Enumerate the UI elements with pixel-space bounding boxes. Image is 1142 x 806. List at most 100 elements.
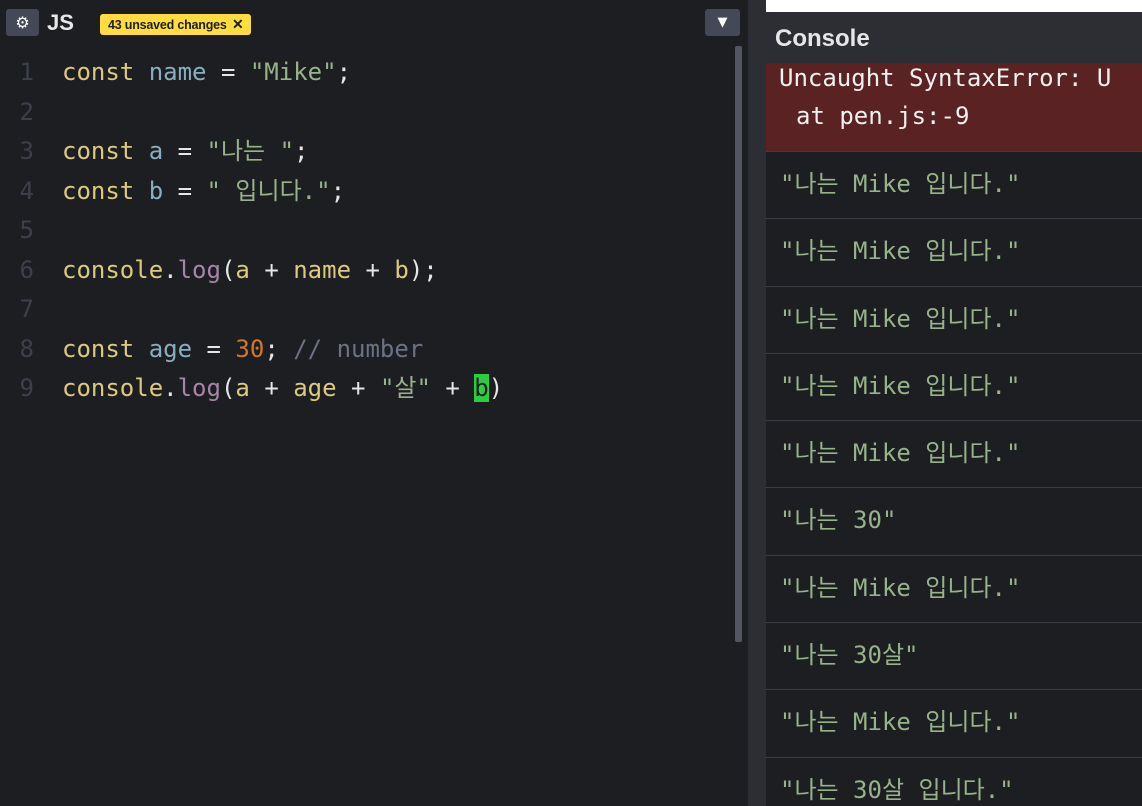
code-line[interactable]: 7 [0, 290, 730, 330]
code-line[interactable]: 6 console.log(a + name + b); [0, 251, 730, 291]
code-token: = [163, 137, 207, 165]
line-number: 6 [19, 255, 34, 284]
console-log-text: "나는 Mike 입니다." [780, 304, 1021, 333]
console-log-text: "나는 30살 입니다." [780, 775, 1014, 804]
code-token: log [177, 374, 221, 402]
line-number: 8 [19, 334, 34, 363]
console-log-text: "나는 Mike 입니다." [780, 573, 1021, 602]
code-token: " 입니다." [206, 176, 331, 205]
console-log-entry: "나는 Mike 입니다." [766, 689, 1142, 756]
code-token: a [148, 137, 164, 165]
code-line[interactable]: 5 [0, 211, 730, 251]
code-line[interactable]: 1 const name = "Mike"; [0, 53, 730, 93]
console-log-entry: "나는 Mike 입니다." [766, 554, 1142, 622]
code-area[interactable]: 1 const name = "Mike"; 2 3 const a = "나는 "; 4… [0, 53, 730, 409]
code-token: = [206, 58, 250, 86]
code-text: const b = " 입니다."; [62, 172, 345, 212]
line-number: 5 [19, 216, 34, 244]
code-token: console [62, 255, 164, 284]
code-token: + [249, 255, 294, 284]
text-cursor: b [474, 374, 489, 402]
line-number: 2 [19, 97, 34, 126]
code-token: 30 [235, 334, 265, 363]
line-number: 4 [19, 176, 34, 205]
code-token: ; [336, 58, 352, 86]
console-panel: Console Uncaught SyntaxError: U at pen.j… [766, 0, 1142, 806]
code-token: . [163, 374, 178, 402]
console-log-list: "나는 Mike 입니다." "나는 Mike 입니다." "나는 Mike 입니다… [766, 151, 1142, 806]
code-token: ; [330, 176, 346, 205]
panel-resize-divider[interactable] [748, 0, 766, 806]
code-token: ) [488, 374, 504, 402]
code-token: a [235, 374, 250, 402]
code-text: console.log(a + age + "살" + b) [62, 369, 503, 409]
code-token: log [177, 255, 221, 284]
console-log-entry: "나는 Mike 입니다." [766, 352, 1142, 420]
line-number: 1 [19, 58, 34, 86]
line-number: 9 [19, 374, 34, 402]
console-log-entry: "나는 Mike 입니다." [766, 420, 1142, 487]
code-token: + [249, 374, 294, 402]
code-token: ); [408, 255, 438, 284]
console-log-text: "나는 30" [780, 506, 897, 535]
console-log-entry: "나는 30살 입니다." [766, 756, 1142, 806]
editor-language-label: JS [47, 10, 74, 35]
console-log-entry: "나는 Mike 입니다." [766, 151, 1142, 218]
code-token: + [351, 255, 395, 284]
unsaved-changes-badge[interactable]: 43 unsaved changes ✕ [100, 14, 251, 35]
line-number: 3 [19, 137, 34, 165]
console-log-text: "나는 Mike 입니다." [780, 237, 1021, 266]
code-token: console [62, 374, 164, 402]
code-token: "Mike" [249, 58, 337, 86]
settings-button[interactable]: ⚙ [6, 9, 39, 36]
error-location: at pen.js:-9 [796, 102, 970, 130]
editor-header: ⚙ JS 43 unsaved changes ✕ ▼ [0, 0, 748, 46]
code-token: "살" [379, 374, 431, 402]
code-token: const [62, 58, 149, 86]
console-log-entry: "나는 30" [766, 487, 1142, 554]
console-log-text: "나는 30살" [780, 641, 919, 670]
error-message: Uncaught SyntaxError: U [779, 64, 1112, 92]
code-token: b [394, 255, 409, 284]
code-token: age [148, 334, 193, 363]
code-token: const [62, 334, 149, 363]
chevron-down-icon: ▼ [717, 15, 728, 30]
console-log-text: "나는 Mike 입니다." [780, 371, 1021, 400]
code-token: = [192, 334, 236, 363]
console-header: Console [766, 12, 1142, 63]
editor-scrollbar[interactable] [735, 46, 742, 642]
code-line[interactable]: 8 const age = 30; // number [0, 330, 730, 370]
code-token: . [163, 255, 178, 284]
code-token: age [293, 374, 337, 402]
code-token: "나는 " [206, 137, 295, 165]
unsaved-changes-text: 43 unsaved changes [108, 18, 227, 32]
console-top-strip [766, 0, 1142, 12]
code-token: + [430, 374, 475, 402]
console-log-text: "나는 Mike 입니다." [780, 439, 1021, 468]
gear-icon: ⚙ [15, 13, 30, 32]
code-line[interactable]: 4 const b = " 입니다."; [0, 172, 730, 212]
code-token: name [293, 255, 352, 284]
code-token: ; [264, 334, 294, 363]
console-log-text: "나는 Mike 입니다." [780, 708, 1021, 737]
console-log-entry: "나는 30살" [766, 622, 1142, 689]
code-token: + [336, 374, 380, 402]
console-title: Console [775, 25, 870, 52]
console-error-entry: Uncaught SyntaxError: U at pen.js:-9 [766, 63, 1142, 151]
code-text: const a = "나는 "; [62, 132, 308, 172]
line-number: 7 [19, 295, 34, 323]
close-icon[interactable]: ✕ [232, 16, 244, 32]
code-line[interactable]: 9 console.log(a + age + "살" + b) [0, 369, 730, 409]
console-log-text: "나는 Mike 입니다." [780, 170, 1021, 198]
code-token: b [148, 176, 164, 205]
js-editor-panel[interactable]: ⚙ JS 43 unsaved changes ✕ ▼ 1 const name … [0, 0, 748, 806]
code-line[interactable]: 2 [0, 93, 730, 133]
code-token: ( [220, 374, 236, 402]
code-token: a [235, 255, 250, 284]
collapse-editor-button[interactable]: ▼ [705, 9, 740, 36]
code-text: const age = 30; // number [62, 330, 423, 370]
console-log-entry: "나는 Mike 입니다." [766, 218, 1142, 285]
code-line[interactable]: 3 const a = "나는 "; [0, 132, 730, 172]
code-token: name [148, 58, 207, 86]
code-token: // number [293, 334, 424, 363]
